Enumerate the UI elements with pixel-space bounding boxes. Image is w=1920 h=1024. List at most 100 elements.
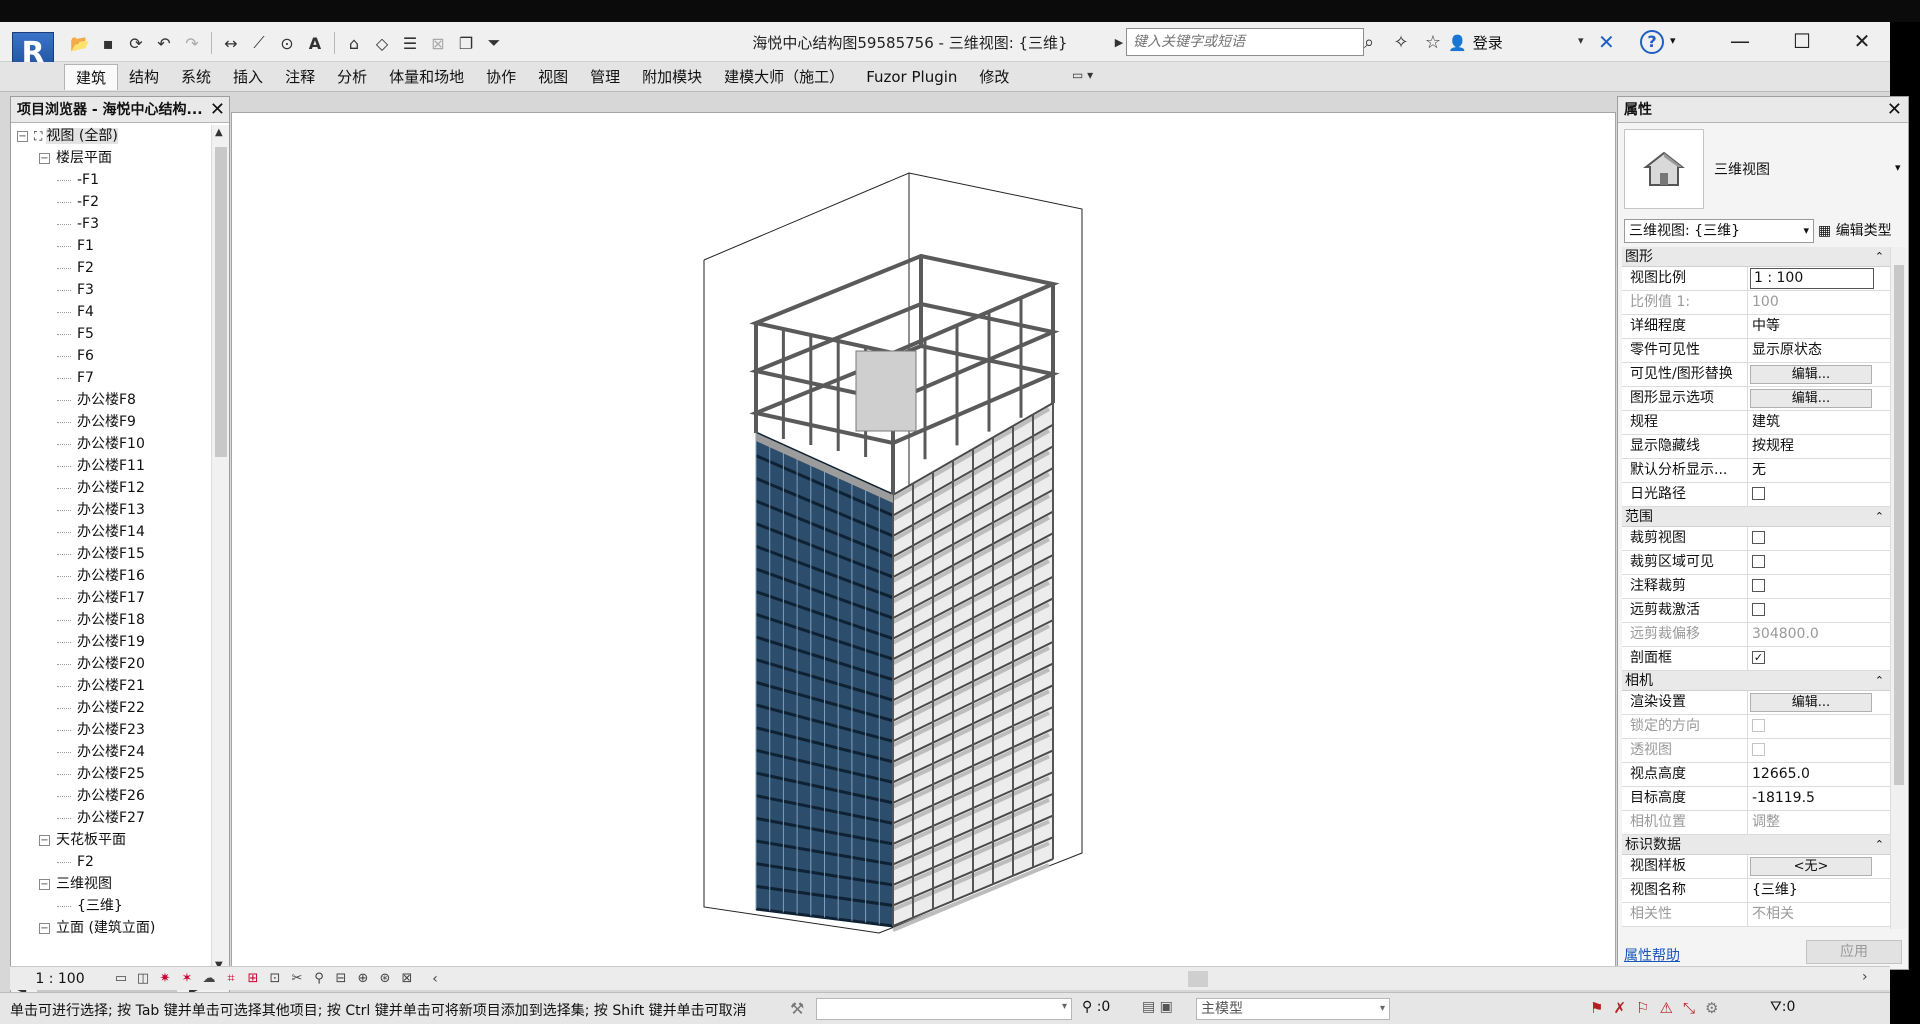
select-underlay-icon[interactable]: ✗	[1613, 999, 1626, 1017]
property-value[interactable]: {三维}	[1748, 879, 1890, 902]
tree-item[interactable]: F5	[11, 323, 213, 345]
design-options-icons[interactable]: ▤ ▣	[1142, 999, 1173, 1015]
close-window-button[interactable]: ✕	[1834, 26, 1890, 56]
worksharing-display-icon[interactable]: ⊕	[352, 969, 374, 989]
ribbon-tab[interactable]: 协作	[475, 64, 527, 90]
ribbon-tab[interactable]: 附加模块	[631, 64, 713, 90]
tag-icon[interactable]: ⊙	[275, 31, 299, 55]
worksets-icon[interactable]: ⚒	[790, 999, 804, 1018]
visual-style-icon[interactable]: ◫	[132, 969, 154, 989]
property-value[interactable]	[1748, 551, 1890, 574]
property-value[interactable]	[1748, 527, 1890, 550]
switch-windows-icon[interactable]: ❐	[454, 31, 478, 55]
select-links-icon[interactable]: ⚑	[1590, 999, 1603, 1017]
tree-item[interactable]: 办公楼F23	[11, 719, 213, 741]
tree-item[interactable]: − ⛶ 视图 (全部)	[11, 125, 213, 147]
tree-item[interactable]: 办公楼F26	[11, 785, 213, 807]
collapse-chevron-icon[interactable]: ⌃	[1875, 671, 1884, 691]
ribbon-tab[interactable]: 体量和场地	[378, 64, 475, 90]
tree-item[interactable]: 办公楼F11	[11, 455, 213, 477]
select-by-face-icon[interactable]: ⚠	[1659, 999, 1672, 1017]
ribbon-tab[interactable]: 视图	[527, 64, 579, 90]
chevron-down-icon[interactable]: ▾	[1670, 34, 1676, 47]
shadows-icon[interactable]: ✶	[176, 969, 198, 989]
dimension-icon[interactable]: ⟋	[247, 31, 271, 55]
ribbon-tab[interactable]: 注释	[274, 64, 326, 90]
constraints-icon[interactable]: ⊠	[396, 969, 418, 989]
undo-icon[interactable]: ↶	[152, 31, 176, 55]
scrollbar-thumb[interactable]	[215, 147, 227, 457]
property-value[interactable]: ✓	[1748, 647, 1890, 670]
ribbon-tab[interactable]: 修改	[968, 64, 1020, 90]
tree-item[interactable]: 办公楼F14	[11, 521, 213, 543]
tree-item[interactable]: 办公楼F19	[11, 631, 213, 653]
open-icon[interactable]: 📂	[68, 31, 92, 55]
property-value[interactable]	[1748, 575, 1890, 598]
save-icon[interactable]: ▪	[96, 31, 120, 55]
tree-item[interactable]: − 楼层平面	[11, 147, 213, 169]
type-selector-name[interactable]: 三维视图	[1714, 159, 1770, 179]
render-icon[interactable]: ☁	[198, 969, 220, 989]
satellite-icon[interactable]: ✧	[1390, 30, 1412, 54]
collapse-toggle-icon[interactable]: −	[39, 922, 50, 934]
crop-view-icon[interactable]: ⌗	[220, 969, 242, 989]
show-crop-icon[interactable]: ⊞	[242, 969, 264, 989]
collapse-toggle-icon[interactable]: −	[39, 152, 50, 164]
collapse-toggle-icon[interactable]: −	[17, 130, 28, 142]
checkbox[interactable]	[1752, 530, 1765, 544]
property-group-header[interactable]: 范围 ⌃	[1622, 507, 1890, 527]
checkbox[interactable]	[1752, 554, 1765, 568]
tree-item[interactable]: 办公楼F17	[11, 587, 213, 609]
ribbon-tab[interactable]: 管理	[579, 64, 631, 90]
tree-item[interactable]: {三维}	[11, 895, 213, 917]
tree-item[interactable]: 办公楼F24	[11, 741, 213, 763]
collapse-toggle-icon[interactable]: −	[39, 878, 50, 890]
close-hidden-icon[interactable]: ⊠	[426, 31, 450, 55]
tree-item[interactable]: F1	[11, 235, 213, 257]
workset-select[interactable]: ▾	[816, 998, 1072, 1020]
property-value[interactable]: 中等	[1748, 315, 1890, 338]
filter-count[interactable]: ⛛:0	[1770, 999, 1795, 1015]
instance-filter-select[interactable]: 三维视图: {三维} ▾	[1624, 219, 1814, 243]
sun-path-icon[interactable]: ✷	[154, 969, 176, 989]
apply-button[interactable]: 应用	[1806, 940, 1902, 964]
tree-item[interactable]: 办公楼F22	[11, 697, 213, 719]
redo-icon[interactable]: ↷	[180, 31, 204, 55]
properties-scrollbar[interactable]	[1890, 247, 1906, 929]
sync-icon[interactable]: ⟳	[124, 31, 148, 55]
ribbon-tab[interactable]: 建筑	[64, 64, 119, 90]
drag-elements-icon[interactable]: ⤡	[1683, 999, 1695, 1017]
property-edit-button[interactable]: 编辑...	[1750, 389, 1872, 408]
search-input[interactable]	[1126, 28, 1364, 56]
scroll-up-icon[interactable]: ▲	[215, 127, 223, 138]
tree-item[interactable]: 办公楼F25	[11, 763, 213, 785]
chevron-down-icon[interactable]: ▾	[1578, 34, 1584, 47]
tree-item[interactable]: F7	[11, 367, 213, 389]
property-edit-button[interactable]: <无>	[1750, 857, 1872, 876]
tree-item[interactable]: 办公楼F16	[11, 565, 213, 587]
property-input[interactable]: 1 : 100	[1750, 268, 1874, 289]
3d-view-canvas[interactable]	[231, 112, 1616, 974]
tree-item[interactable]: -F2	[11, 191, 213, 213]
scroll-right-icon[interactable]: ›	[1862, 969, 1868, 985]
property-value[interactable]: -18119.5	[1748, 787, 1890, 810]
checkbox[interactable]	[1752, 578, 1765, 592]
temporary-view-icon[interactable]: ⊟	[330, 969, 352, 989]
design-option-select[interactable]: 主模型 ▾	[1196, 998, 1390, 1020]
detail-level-icon[interactable]: ▭	[110, 969, 132, 989]
tree-item[interactable]: F2	[11, 851, 213, 873]
3d-view-icon[interactable]: ⌂	[342, 31, 366, 55]
thin-lines-icon[interactable]: ☰	[398, 31, 422, 55]
temp-hide-icon[interactable]: ✂	[286, 969, 308, 989]
text-icon[interactable]: A	[303, 31, 327, 55]
property-group-header[interactable]: 图形 ⌃	[1622, 247, 1890, 267]
canvas-horizontal-scroll-thumb[interactable]	[1188, 971, 1208, 987]
scroll-left-icon[interactable]: ‹	[424, 969, 446, 989]
ribbon-tab[interactable]: Fuzor Plugin	[855, 64, 968, 90]
settings-gear-icon[interactable]: ⚙	[1705, 999, 1718, 1017]
property-value[interactable]: 按规程	[1748, 435, 1890, 458]
measure-icon[interactable]: ↔	[219, 31, 243, 55]
ribbon-tab[interactable]: 结构	[118, 64, 170, 90]
tree-item[interactable]: F6	[11, 345, 213, 367]
edit-type-button[interactable]: ▦ 编辑类型	[1818, 219, 1892, 243]
